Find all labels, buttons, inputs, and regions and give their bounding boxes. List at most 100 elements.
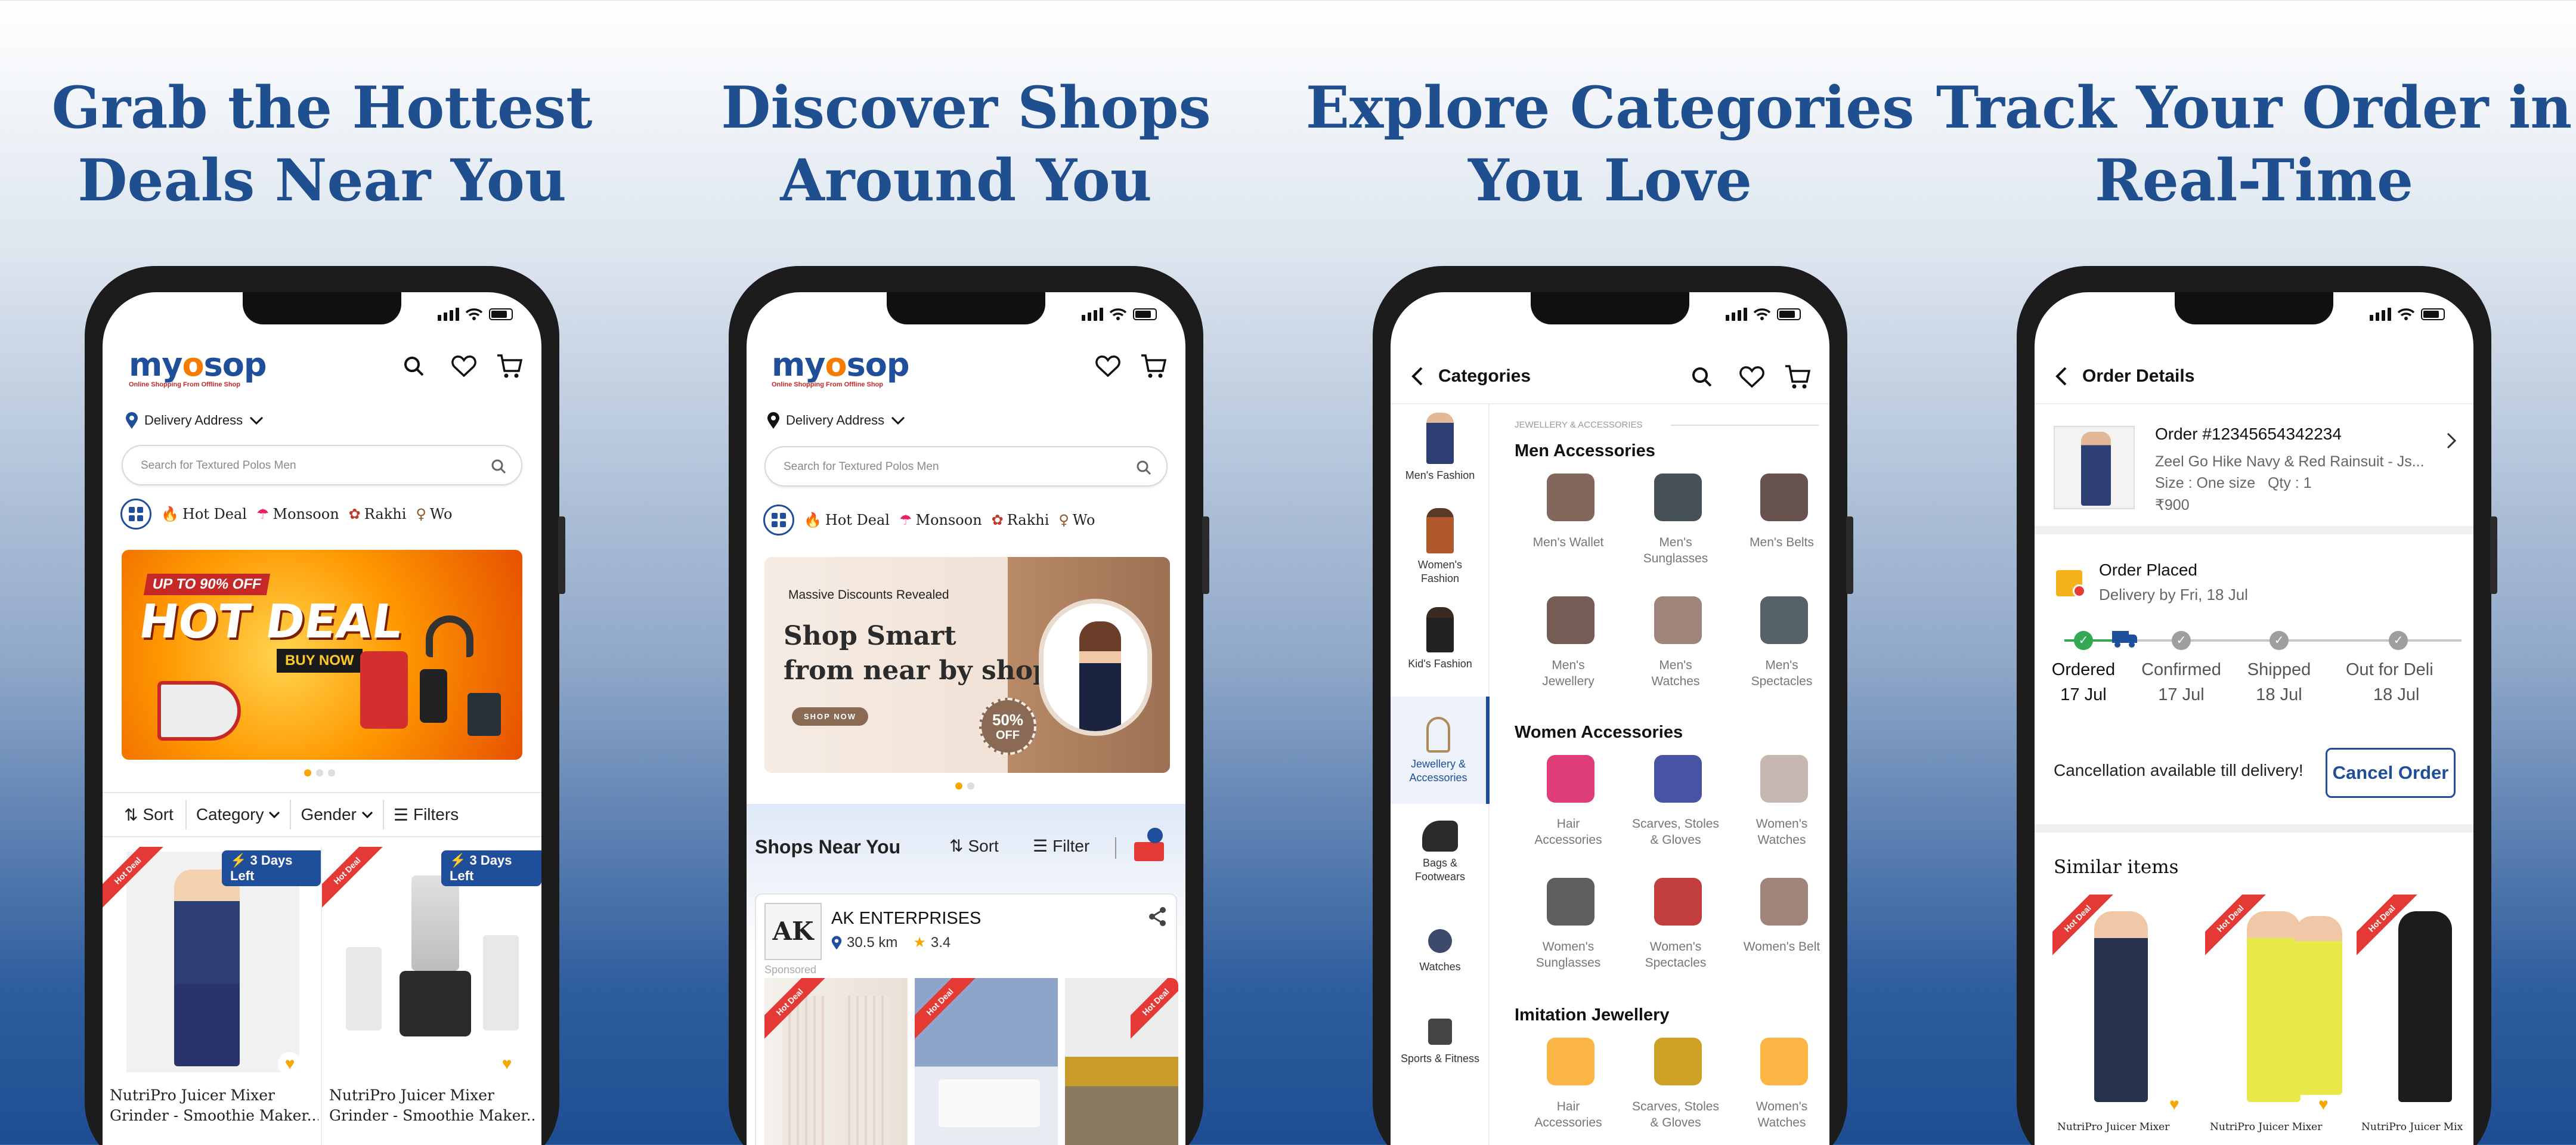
search-input[interactable]: Search for Textured Polos Men (764, 446, 1168, 487)
phone-categories: Categories Men's Fashion Women's Fashion … (1373, 266, 1853, 1145)
product-card[interactable]: Hot Deal ⚡ 3 Days Left ♥ NutriPro Juicer… (103, 847, 322, 1145)
wishlist-heart-icon[interactable] (1739, 365, 1765, 389)
delivery-address-selector[interactable]: Delivery Address (767, 411, 906, 429)
all-categories-grid-icon[interactable] (763, 505, 794, 536)
cart-icon[interactable] (1784, 364, 1812, 390)
shop-card[interactable]: AK AK ENTERPRISES 30.5 km ★ 3.4 Sponsore… (755, 893, 1178, 1145)
sidebar-item-watches[interactable]: Watches (1391, 911, 1490, 995)
similar-item-card[interactable]: Hot Deal ♥ NutriPro Juicer Mixer (2052, 895, 2193, 1145)
subcategory-item[interactable]: Hair Accessories (1515, 1098, 1622, 1131)
subcategory-item[interactable]: Women's Belt (1728, 939, 1829, 955)
wishlist-heart-icon[interactable] (451, 354, 477, 378)
headline-deals: Grab the Hottest Deals Near You (51, 74, 593, 214)
cart-icon[interactable] (1140, 353, 1168, 379)
chevron-right-icon[interactable] (2446, 432, 2457, 450)
subcategory-thumbnail (1654, 474, 1702, 521)
sidebar-item-womens-fashion[interactable]: Women's Fashion (1391, 500, 1490, 589)
sidebar-item-bags-footwears[interactable]: Bags & Footwears (1391, 816, 1490, 905)
sort-filter-bar: ⇅ Sort Category Gender ☰ Filters (103, 792, 541, 837)
back-arrow-icon[interactable] (2055, 366, 2068, 386)
search-input[interactable]: Search for Textured Polos Men (122, 445, 522, 485)
subcategory-item[interactable]: Women's Watches (1728, 1098, 1829, 1131)
similar-item-card[interactable]: Hot Deal ♥ NutriPro Juicer Mixer (2205, 895, 2346, 1145)
search-icon (491, 459, 506, 474)
subcategory-item[interactable]: Men's Sunglasses (1622, 534, 1729, 567)
chip-hot-deal[interactable]: 🔥 Hot Deal (804, 512, 890, 528)
step-done-check-icon: ✓ (2074, 631, 2093, 650)
location-pin-icon (831, 936, 842, 949)
chip-rakhi[interactable]: ✿ Rakhi (349, 506, 407, 522)
subcategory-item[interactable]: Scarves, Stoles & Gloves (1622, 1098, 1729, 1131)
chip-monsoon[interactable]: ☂ Monsoon (256, 506, 339, 522)
subcategory-item[interactable]: Women's Sunglasses (1515, 939, 1622, 971)
wifi-icon (1109, 308, 1127, 320)
shop-smart-banner[interactable]: Massive Discounts Revealed Shop Smart fro… (764, 557, 1170, 773)
sidebar-item-kids-fashion[interactable]: Kid's Fashion (1391, 596, 1490, 686)
product-title: NutriPro Juicer Mixer Grinder - Smoothie … (329, 1087, 535, 1124)
subcategory-item[interactable]: Men's Jewellery (1515, 657, 1622, 689)
woman-icon: ♀ (1058, 512, 1069, 528)
sidebar-item-jewellery-accessories[interactable]: Jewellery & Accessories (1391, 697, 1490, 804)
section-title: Shops Near You (755, 836, 901, 858)
sort-button[interactable]: ⇅ Sort (103, 805, 185, 825)
location-pin-icon (126, 412, 138, 429)
order-summary[interactable]: Order #12345654342234 Zeel Go Hike Navy … (2035, 406, 2473, 534)
share-icon[interactable] (1147, 906, 1168, 927)
subcategory-item[interactable]: Women's Watches (1728, 816, 1829, 848)
hot-deal-banner[interactable]: UP TO 90% OFF HOT DEAL BUY NOW (122, 550, 522, 760)
similar-item-card[interactable]: Hot Deal NutriPro Juicer Mix (2357, 895, 2473, 1145)
category-dropdown[interactable]: Category (187, 805, 290, 824)
subcategory-item[interactable]: Men's Belts (1728, 534, 1829, 550)
location-pin-icon (767, 412, 779, 429)
chip-monsoon[interactable]: ☂ Monsoon (899, 512, 982, 528)
brand-logo[interactable]: myosop Online Shopping From Offline Shop (772, 346, 909, 388)
filter-button[interactable]: ☰ Filter (1033, 836, 1089, 856)
shop-product-image[interactable]: Hot Deal (915, 978, 1058, 1145)
wishlist-heart-icon[interactable]: ♥ (278, 1052, 302, 1076)
chip-women[interactable]: ♀ Wo (1058, 512, 1095, 528)
filters-button[interactable]: ☰ Filters (384, 805, 468, 825)
wishlist-heart-icon[interactable]: ♥ (495, 1052, 519, 1076)
cart-icon[interactable] (496, 353, 524, 379)
search-icon[interactable] (402, 354, 426, 378)
shops-section: Shops Near You ⇅ Sort ☰ Filter AK AK ENTER… (747, 804, 1185, 1145)
chip-hot-deal[interactable]: 🔥 Hot Deal (161, 506, 247, 522)
gender-dropdown[interactable]: Gender (291, 805, 382, 824)
all-categories-grid-icon[interactable] (120, 499, 151, 530)
product-card[interactable]: Hot Deal ⚡ 3 Days Left ♥ NutriPro Juicer… (322, 847, 541, 1145)
shop-map-pin-icon[interactable] (1132, 828, 1168, 864)
category-section-title: Imitation Jewellery (1515, 1005, 1670, 1025)
delivery-address-selector[interactable]: Delivery Address (125, 411, 264, 429)
wishlist-heart-icon[interactable]: ♥ (2318, 1095, 2329, 1114)
shop-name: AK ENTERPRISES (831, 909, 982, 928)
subcategory-item[interactable]: Men's Wallet (1515, 534, 1622, 550)
days-left-badge: ⚡ 3 Days Left (441, 850, 541, 886)
search-icon[interactable] (1690, 365, 1714, 389)
rakhi-icon: ✿ (991, 512, 1004, 528)
wishlist-heart-icon[interactable]: ♥ (2169, 1095, 2179, 1114)
sort-button[interactable]: ⇅ Sort (949, 836, 999, 856)
shop-rating: 3.4 (930, 934, 951, 951)
back-arrow-icon[interactable] (1411, 366, 1424, 386)
sidebar-item-mens-fashion[interactable]: Men's Fashion (1391, 404, 1490, 494)
shopper-photo (1039, 599, 1152, 736)
sidebar-item-sports-fitness[interactable]: Sports & Fitness (1391, 1001, 1490, 1084)
shop-product-image[interactable]: Hot Deal (1065, 978, 1178, 1145)
subcategory-item[interactable]: Women's Spectacles (1622, 939, 1729, 971)
status-bar (1726, 308, 1801, 321)
category-section-title: Men Accessories (1515, 441, 1655, 460)
wifi-icon (2397, 308, 2415, 320)
subcategory-thumbnail (1654, 1038, 1702, 1085)
umbrella-icon: ☂ (256, 506, 270, 522)
wishlist-heart-icon[interactable] (1095, 354, 1121, 378)
wifi-icon (465, 308, 483, 320)
shop-product-image[interactable]: Hot Deal (764, 978, 908, 1145)
chip-rakhi[interactable]: ✿ Rakhi (992, 512, 1049, 528)
cancel-order-button[interactable]: Cancel Order (2326, 748, 2456, 798)
subcategory-item[interactable]: Men's Watches (1622, 657, 1729, 689)
chip-women[interactable]: ♀ Wo (416, 506, 452, 522)
subcategory-item[interactable]: Hair Accessories (1515, 816, 1622, 848)
brand-logo[interactable]: myosop Online Shopping From Offline Shop (129, 346, 267, 388)
subcategory-item[interactable]: Scarves, Stoles & Gloves (1622, 816, 1729, 848)
subcategory-item[interactable]: Men's Spectacles (1728, 657, 1829, 689)
